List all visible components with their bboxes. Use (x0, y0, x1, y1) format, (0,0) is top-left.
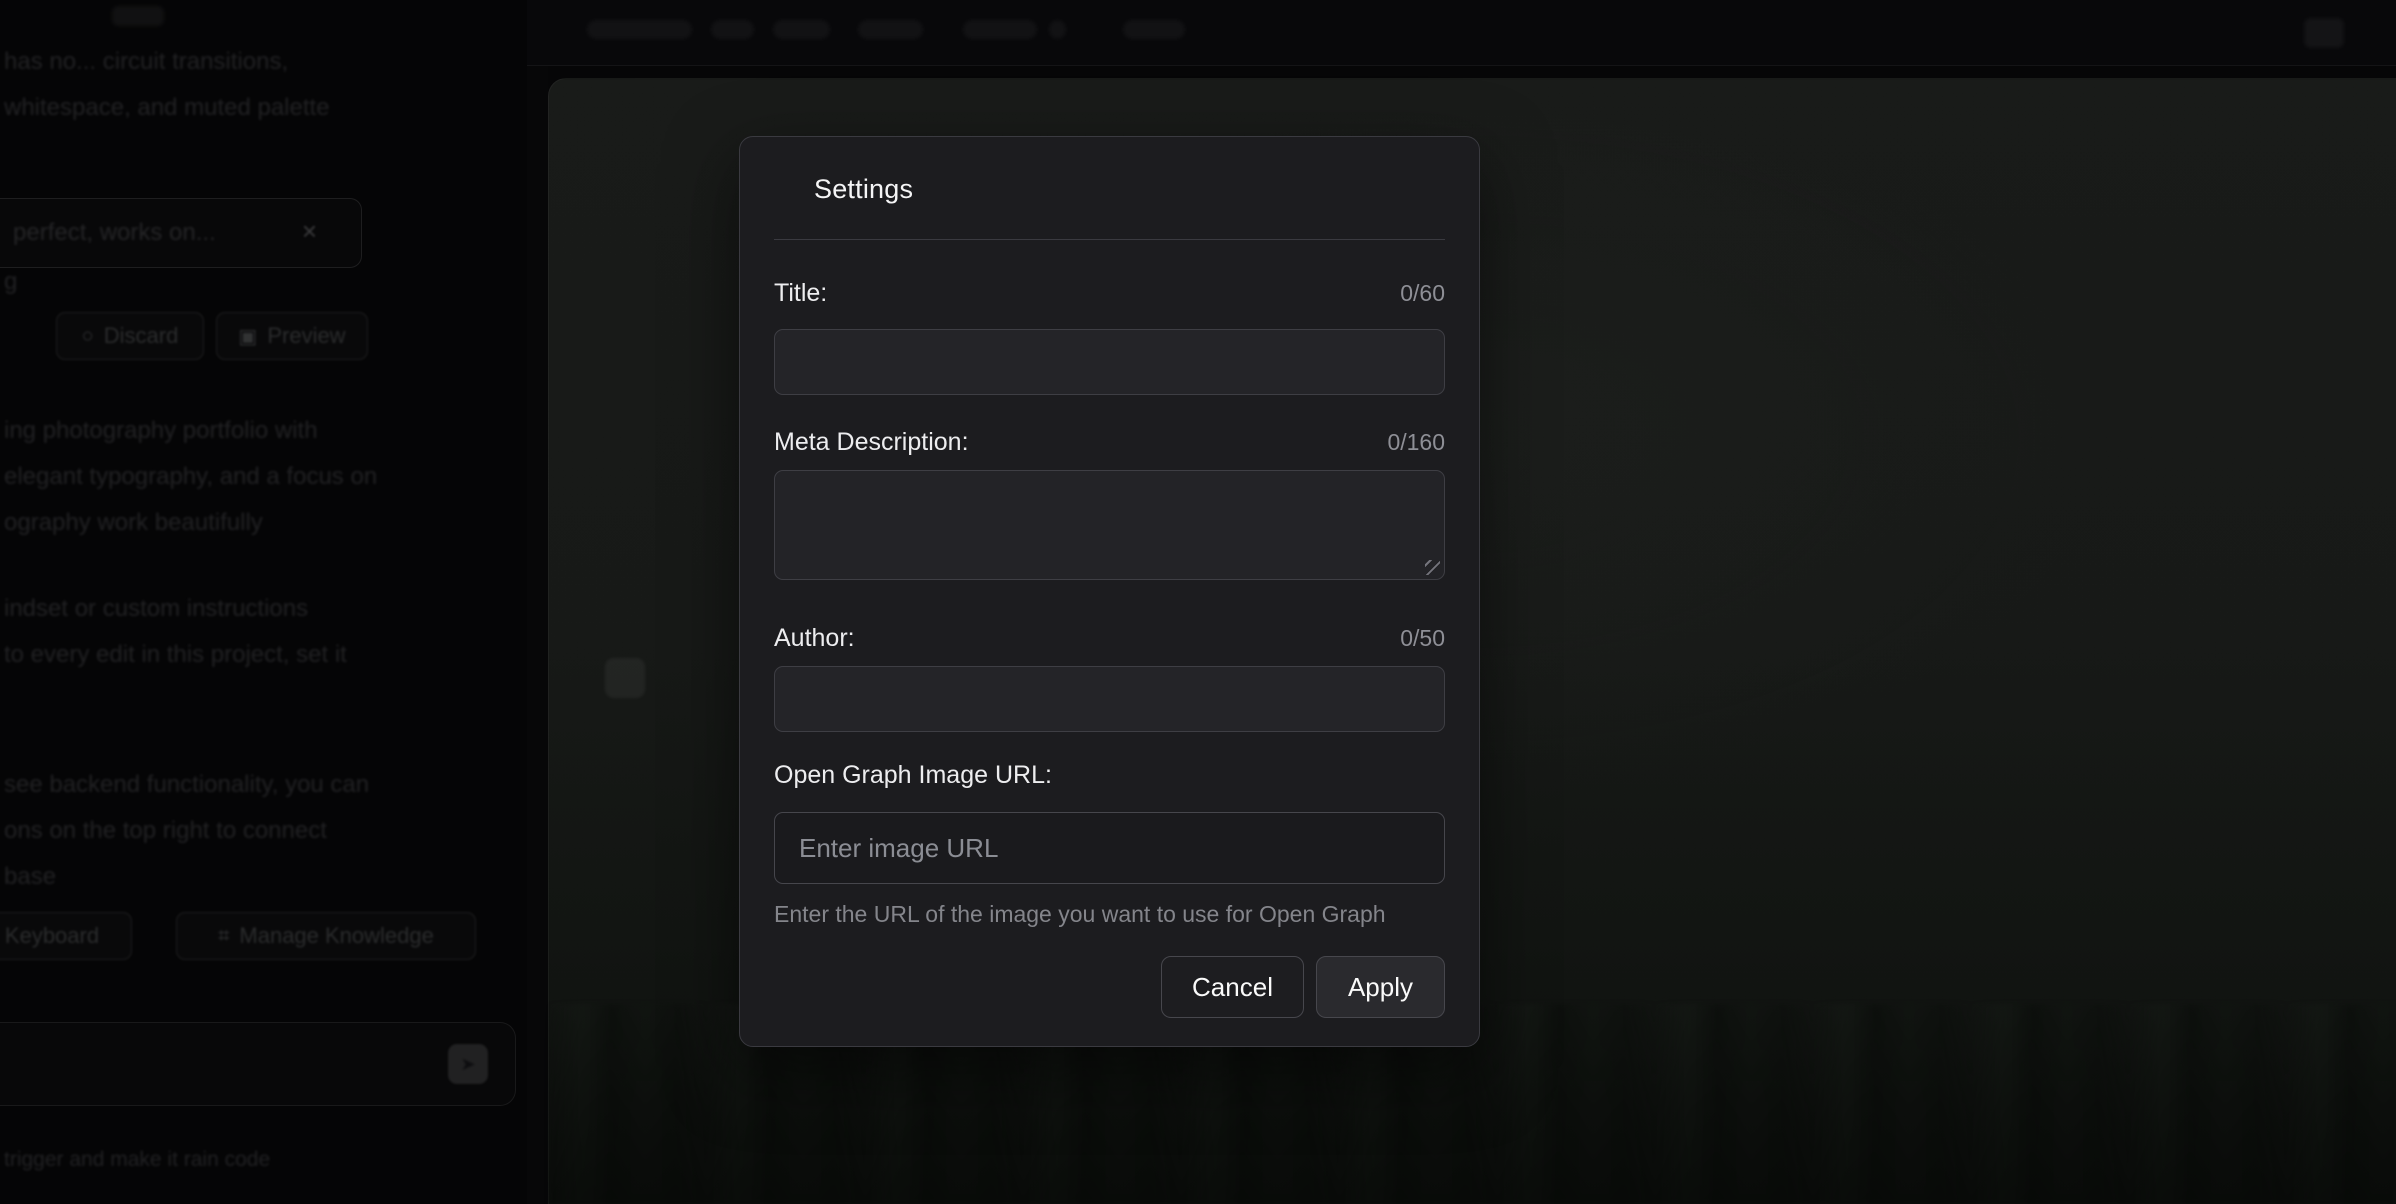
nav-item-blob[interactable] (587, 20, 692, 39)
manage-knowledge-button[interactable]: ⌗ Manage Knowledge (176, 912, 476, 960)
sidebar-text-line: indset or custom instructions (4, 586, 347, 632)
author-field-row: Author: 0/50 (774, 621, 1445, 655)
sidebar-paragraph: indset or custom instructions to every e… (4, 586, 347, 678)
meta-description-label: Meta Description: (774, 425, 969, 459)
title-input[interactable] (774, 329, 1445, 395)
meta-description-textarea[interactable] (774, 470, 1445, 580)
send-icon: ➤ (460, 1054, 475, 1075)
sidebar-header-blob (112, 6, 164, 26)
manage-knowledge-icon: ⌗ (218, 925, 229, 948)
discard-button[interactable]: ○ Discard (56, 312, 204, 360)
settings-modal: Settings Title: 0/60 Meta Description: 0… (739, 136, 1480, 1047)
title-char-counter: 0/60 (1400, 276, 1445, 310)
chat-input[interactable] (0, 1022, 516, 1106)
modal-divider (774, 239, 1445, 240)
keyboard-button-label: Keyboard (5, 923, 99, 949)
nav-item-blob[interactable] (858, 20, 923, 39)
nav-item-blob[interactable] (1123, 20, 1185, 39)
preview-button-label: Preview (267, 323, 345, 349)
author-char-counter: 0/50 (1400, 621, 1445, 655)
sidebar-text-line: g (4, 268, 17, 296)
sidebar-paragraph: ing photography portfolio with elegant t… (4, 408, 377, 546)
preview-button[interactable]: ▣ Preview (216, 312, 368, 360)
nav-item-blob (1049, 20, 1066, 39)
sidebar-text-line: ography work beautifully (4, 500, 377, 546)
sidebar-text-line: ons on the top right to connect (4, 808, 369, 854)
sidebar-text-line: has no... circuit transitions, (4, 48, 288, 76)
sidebar-text-line: ing photography portfolio with (4, 408, 377, 454)
panel-floating-button[interactable] (605, 658, 645, 698)
chat-sidebar: has no... circuit transitions, whitespac… (0, 0, 527, 1204)
manage-knowledge-button-label: Manage Knowledge (239, 923, 433, 949)
modal-button-row: Cancel Apply (774, 956, 1445, 1018)
preview-icon: ▣ (238, 324, 257, 349)
sidebar-text-line: base (4, 854, 369, 900)
sidebar-text-line: elegant typography, and a focus on (4, 454, 377, 500)
og-image-helper-text: Enter the URL of the image you want to u… (774, 902, 1445, 926)
apply-button[interactable]: Apply (1316, 956, 1445, 1018)
title-field-row: Title: 0/60 (774, 276, 1445, 310)
author-label: Author: (774, 621, 855, 655)
meta-description-field-row: Meta Description: 0/160 (774, 425, 1445, 459)
top-navbar (527, 0, 2396, 66)
attachment-chip-label: perfect, works on... (13, 219, 216, 247)
send-button[interactable]: ➤ (448, 1044, 488, 1084)
og-image-url-label: Open Graph Image URL: (774, 758, 1052, 792)
topbar-settings-icon[interactable] (2304, 18, 2344, 48)
nav-item-blob[interactable] (773, 20, 830, 39)
og-image-url-input[interactable] (774, 812, 1445, 884)
attachment-chip[interactable]: perfect, works on... × (0, 198, 362, 268)
modal-title: Settings (774, 171, 1445, 207)
panel-gap (527, 66, 548, 1204)
sidebar-paragraph: see backend functionality, you can ons o… (4, 762, 369, 900)
sidebar-text-line: whitespace, and muted palette (4, 94, 330, 122)
discard-button-label: Discard (104, 323, 179, 349)
cancel-button[interactable]: Cancel (1161, 956, 1304, 1018)
close-icon[interactable]: × (302, 216, 317, 247)
discard-icon: ○ (82, 325, 94, 348)
sidebar-text-line: to every edit in this project, set it (4, 632, 347, 678)
author-input[interactable] (774, 666, 1445, 732)
keyboard-button[interactable]: Keyboard (0, 912, 132, 960)
title-label: Title: (774, 276, 827, 310)
suggestion-line[interactable]: trigger and make it rain code (4, 1148, 270, 1172)
nav-item-blob[interactable] (711, 20, 754, 39)
og-image-field-row: Open Graph Image URL: (774, 758, 1445, 792)
meta-description-wrap (774, 470, 1445, 580)
meta-description-char-counter: 0/160 (1387, 425, 1445, 459)
sidebar-text-line: see backend functionality, you can (4, 762, 369, 808)
nav-item-blob[interactable] (963, 20, 1037, 39)
